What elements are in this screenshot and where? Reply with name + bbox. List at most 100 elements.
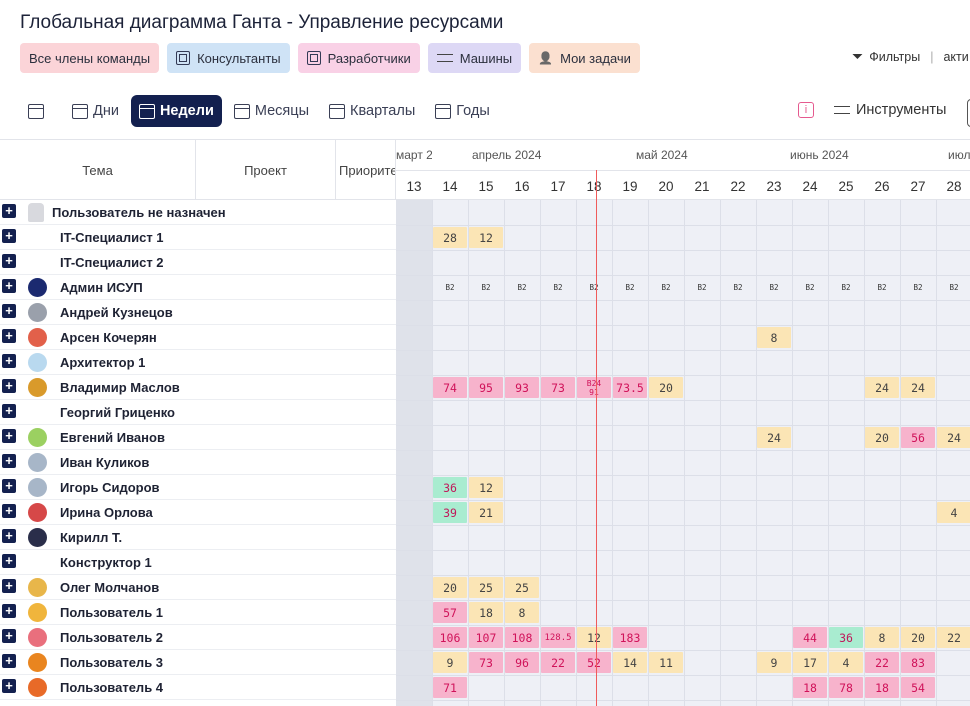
resource-row[interactable]: + Олег Молчанов: [0, 575, 396, 600]
expand-icon[interactable]: +: [2, 279, 16, 293]
chip-1[interactable]: Консультанты: [167, 43, 290, 73]
view-button-0[interactable]: [20, 95, 52, 127]
workload-cell[interactable]: 25: [469, 577, 503, 598]
workload-cell[interactable]: B2: [901, 277, 935, 298]
workload-cell[interactable]: 8: [757, 327, 791, 348]
expand-icon[interactable]: +: [2, 579, 16, 593]
workload-cell[interactable]: 44: [793, 627, 827, 648]
workload-cell[interactable]: 106: [433, 627, 467, 648]
column-priority[interactable]: Приорите: [336, 140, 396, 200]
workload-cell[interactable]: B2: [649, 277, 683, 298]
expand-icon[interactable]: +: [2, 629, 16, 643]
workload-cell[interactable]: B2: [757, 277, 791, 298]
resource-row[interactable]: + Пользователь 1: [0, 600, 396, 625]
resource-row[interactable]: + Архитектор 1: [0, 350, 396, 375]
workload-cell[interactable]: 22: [865, 652, 899, 673]
workload-cell[interactable]: 18: [865, 677, 899, 698]
resource-row[interactable]: + Георгий Гриценко: [0, 400, 396, 425]
workload-cell[interactable]: B24 91: [577, 377, 611, 398]
expand-icon[interactable]: +: [2, 654, 16, 668]
workload-cell[interactable]: B2: [937, 277, 970, 298]
workload-cell[interactable]: 4: [829, 652, 863, 673]
workload-cell[interactable]: 73: [541, 377, 575, 398]
expand-icon[interactable]: +: [2, 429, 16, 443]
workload-cell[interactable]: B2: [541, 277, 575, 298]
workload-cell[interactable]: 78: [829, 677, 863, 698]
expand-icon[interactable]: +: [2, 504, 16, 518]
workload-cell[interactable]: 36: [433, 477, 467, 498]
resource-row[interactable]: + Конструктор 1: [0, 550, 396, 575]
workload-cell[interactable]: 107: [469, 627, 503, 648]
workload-cell[interactable]: 20: [649, 377, 683, 398]
workload-cell[interactable]: 4: [937, 502, 970, 523]
workload-cell[interactable]: B2: [577, 277, 611, 298]
expand-icon[interactable]: +: [2, 404, 16, 418]
workload-cell[interactable]: 21: [469, 502, 503, 523]
workload-cell[interactable]: 93: [505, 377, 539, 398]
view-button-4[interactable]: Кварталы: [321, 95, 423, 127]
resource-row[interactable]: + Иван Куликов: [0, 450, 396, 475]
resource-row[interactable]: + Владимир Маслов: [0, 375, 396, 400]
workload-cell[interactable]: 71: [433, 677, 467, 698]
chip-4[interactable]: 👤 Мои задачи: [529, 43, 640, 73]
resource-row[interactable]: + Пользователь не назначен: [0, 200, 396, 225]
expand-icon[interactable]: +: [2, 529, 16, 543]
workload-cell[interactable]: 9: [433, 652, 467, 673]
workload-cell[interactable]: 36: [829, 627, 863, 648]
column-project[interactable]: Проект: [196, 140, 336, 200]
resource-row[interactable]: + IT-Специалист 2: [0, 250, 396, 275]
workload-cell[interactable]: 57: [433, 602, 467, 623]
workload-cell[interactable]: 128.5: [541, 627, 575, 648]
info-icon[interactable]: i: [798, 102, 814, 118]
resource-row[interactable]: + Пользователь 3: [0, 650, 396, 675]
workload-cell[interactable]: 24: [937, 427, 970, 448]
workload-cell[interactable]: B2: [793, 277, 827, 298]
workload-cell[interactable]: 8: [865, 627, 899, 648]
expand-icon[interactable]: +: [2, 354, 16, 368]
workload-cell[interactable]: 54: [901, 677, 935, 698]
workload-cell[interactable]: 17: [793, 652, 827, 673]
workload-cell[interactable]: 74: [433, 377, 467, 398]
workload-cell[interactable]: 25: [505, 577, 539, 598]
workload-cell[interactable]: 24: [757, 427, 791, 448]
chip-3[interactable]: Машины: [427, 43, 522, 73]
workload-cell[interactable]: 22: [937, 627, 970, 648]
workload-cell[interactable]: 11: [649, 652, 683, 673]
workload-cell[interactable]: 39: [433, 502, 467, 523]
resource-row[interactable]: + Пользователь 4: [0, 675, 396, 700]
resource-row[interactable]: + Игорь Сидоров: [0, 475, 396, 500]
resource-row[interactable]: + Кирилл Т.: [0, 525, 396, 550]
workload-cell[interactable]: 108: [505, 627, 539, 648]
expand-icon[interactable]: +: [2, 329, 16, 343]
workload-cell[interactable]: 56: [901, 427, 935, 448]
expand-icon[interactable]: +: [2, 379, 16, 393]
view-button-1[interactable]: Дни: [64, 95, 127, 127]
workload-cell[interactable]: 12: [577, 627, 611, 648]
filters-button[interactable]: ⏷ Фильтры | акти: [852, 48, 969, 65]
workload-cell[interactable]: B2: [433, 277, 467, 298]
expand-icon[interactable]: +: [2, 604, 16, 618]
expand-icon[interactable]: +: [2, 554, 16, 568]
resource-row[interactable]: + Ирина Орлова: [0, 500, 396, 525]
workload-cell[interactable]: 73.5: [613, 377, 647, 398]
expand-icon[interactable]: +: [2, 304, 16, 318]
resource-row[interactable]: + Арсен Кочерян: [0, 325, 396, 350]
chip-0[interactable]: Все члены команды: [20, 43, 160, 73]
workload-cell[interactable]: B2: [505, 277, 539, 298]
chip-2[interactable]: Разработчики: [297, 43, 420, 73]
workload-cell[interactable]: 96: [505, 652, 539, 673]
workload-cell[interactable]: B2: [829, 277, 863, 298]
workload-cell[interactable]: 52: [577, 652, 611, 673]
expand-icon[interactable]: +: [2, 204, 16, 218]
workload-cell[interactable]: 183: [613, 627, 647, 648]
workload-cell[interactable]: 83: [901, 652, 935, 673]
resource-row[interactable]: + Пользователь 2: [0, 625, 396, 650]
resource-row[interactable]: + IT-Специалист 1: [0, 225, 396, 250]
workload-cell[interactable]: 14: [613, 652, 647, 673]
workload-cell[interactable]: 20: [865, 427, 899, 448]
column-topic[interactable]: Тема: [0, 140, 196, 200]
expand-icon[interactable]: +: [2, 229, 16, 243]
view-button-5[interactable]: Годы: [427, 95, 498, 127]
workload-cell[interactable]: 18: [469, 602, 503, 623]
workload-cell[interactable]: 9: [757, 652, 791, 673]
